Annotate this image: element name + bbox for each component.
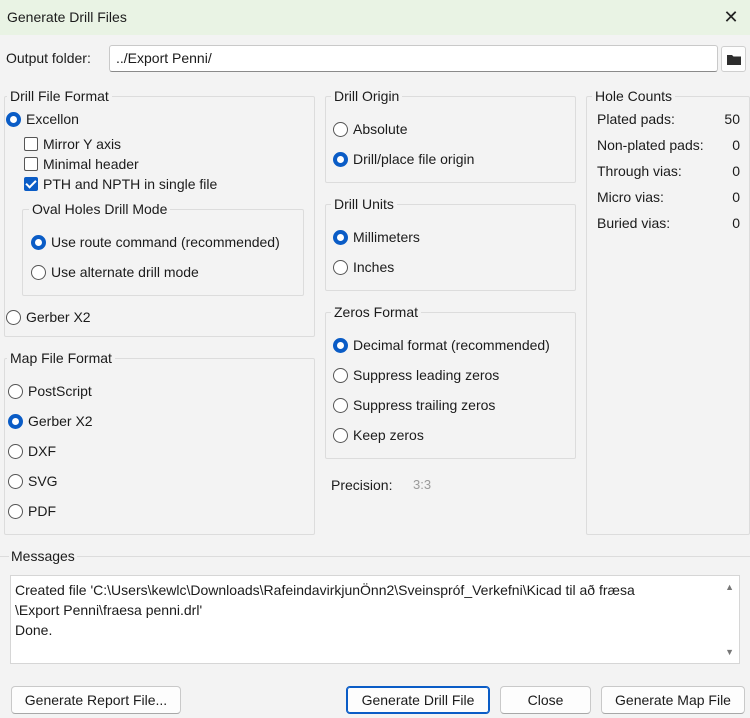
- minimal-header-checkbox[interactable]: [24, 157, 38, 171]
- buried-vias-label: Buried vias:: [597, 215, 671, 231]
- hole-counts-group: [586, 96, 750, 535]
- suppress-trailing-label: Suppress trailing zeros: [353, 397, 496, 413]
- map-file-format-title: Map File Format: [7, 350, 115, 366]
- gerber-x2-drill-radio[interactable]: [6, 310, 21, 325]
- map-pdf-radio[interactable]: [8, 504, 23, 519]
- generate-map-button[interactable]: Generate Map File: [601, 686, 745, 714]
- map-dxf-label: DXF: [28, 443, 56, 459]
- route-command-radio[interactable]: [31, 235, 46, 250]
- buried-vias-value: 0: [732, 215, 740, 231]
- window-title: Generate Drill Files: [7, 9, 127, 25]
- alternate-drill-radio[interactable]: [31, 265, 46, 280]
- micro-vias-label: Micro vias:: [597, 189, 664, 205]
- excellon-label: Excellon: [26, 111, 79, 127]
- mirror-y-label: Mirror Y axis: [43, 136, 122, 152]
- close-button[interactable]: Close: [500, 686, 591, 714]
- plated-pads-label: Plated pads:: [597, 111, 675, 127]
- route-command-label: Use route command (recommended): [51, 234, 280, 250]
- title-bar: Generate Drill Files ✕: [0, 0, 750, 35]
- oval-holes-title: Oval Holes Drill Mode: [29, 201, 171, 217]
- gerber-x2-drill-label: Gerber X2: [26, 309, 91, 325]
- scroll-down-icon[interactable]: ▼: [725, 647, 734, 657]
- scroll-up-icon[interactable]: ▲: [725, 582, 734, 592]
- messages-panel[interactable]: Created file 'C:\Users\kewlc\Downloads\R…: [10, 575, 740, 664]
- non-plated-pads-label: Non-plated pads:: [597, 137, 704, 153]
- map-gerber-label: Gerber X2: [28, 413, 93, 429]
- drill-origin-group: [325, 96, 576, 183]
- alternate-drill-label: Use alternate drill mode: [51, 264, 199, 280]
- minimal-header-label: Minimal header: [43, 156, 139, 172]
- mirror-y-checkbox[interactable]: [24, 137, 38, 151]
- map-gerber-radio[interactable]: [8, 414, 23, 429]
- drill-units-group: [325, 204, 576, 291]
- inches-radio[interactable]: [333, 260, 348, 275]
- keep-zeros-radio[interactable]: [333, 428, 348, 443]
- absolute-origin-radio[interactable]: [333, 122, 348, 137]
- hole-counts-title: Hole Counts: [592, 88, 676, 104]
- output-folder-label: Output folder:: [6, 50, 91, 66]
- oval-holes-group: [22, 209, 304, 296]
- precision-value: 3:3: [413, 477, 432, 492]
- output-folder-input[interactable]: ../Export Penni/: [109, 45, 718, 72]
- message-line: \Export Penni\fraesa penni.drl': [15, 602, 203, 618]
- messages-divider: [0, 556, 750, 557]
- map-svg-radio[interactable]: [8, 474, 23, 489]
- folder-icon: [726, 54, 741, 65]
- drill-units-title: Drill Units: [331, 196, 397, 212]
- absolute-origin-label: Absolute: [353, 121, 408, 137]
- map-svg-label: SVG: [28, 473, 58, 489]
- map-postscript-label: PostScript: [28, 383, 92, 399]
- message-line: Done.: [15, 622, 53, 638]
- millimeters-label: Millimeters: [353, 229, 420, 245]
- pth-npth-checkbox[interactable]: [24, 177, 38, 191]
- file-origin-label: Drill/place file origin: [353, 151, 475, 167]
- suppress-leading-label: Suppress leading zeros: [353, 367, 500, 383]
- through-vias-label: Through vias:: [597, 163, 682, 179]
- message-line: Created file 'C:\Users\kewlc\Downloads\R…: [15, 582, 635, 598]
- drill-file-format-title: Drill File Format: [7, 88, 112, 104]
- through-vias-value: 0: [732, 163, 740, 179]
- map-pdf-label: PDF: [28, 503, 56, 519]
- file-origin-radio[interactable]: [333, 152, 348, 167]
- map-dxf-radio[interactable]: [8, 444, 23, 459]
- browse-folder-button[interactable]: [721, 46, 746, 72]
- keep-zeros-label: Keep zeros: [353, 427, 424, 443]
- generate-drill-button[interactable]: Generate Drill File: [346, 686, 490, 714]
- plated-pads-value: 50: [724, 111, 740, 127]
- decimal-format-radio[interactable]: [333, 338, 348, 353]
- messages-text: Created file 'C:\Users\kewlc\Downloads\R…: [15, 580, 717, 640]
- inches-label: Inches: [353, 259, 395, 275]
- suppress-trailing-radio[interactable]: [333, 398, 348, 413]
- generate-report-button[interactable]: Generate Report File...: [11, 686, 181, 714]
- precision-label: Precision:: [331, 477, 393, 493]
- non-plated-pads-value: 0: [732, 137, 740, 153]
- drill-origin-title: Drill Origin: [331, 88, 403, 104]
- pth-npth-label: PTH and NPTH in single file: [43, 176, 218, 192]
- zeros-format-title: Zeros Format: [331, 304, 422, 320]
- map-postscript-radio[interactable]: [8, 384, 23, 399]
- suppress-leading-radio[interactable]: [333, 368, 348, 383]
- close-icon[interactable]: ✕: [718, 4, 744, 30]
- millimeters-radio[interactable]: [333, 230, 348, 245]
- micro-vias-value: 0: [732, 189, 740, 205]
- messages-title: Messages: [9, 548, 77, 564]
- excellon-radio[interactable]: [6, 112, 21, 127]
- decimal-format-label: Decimal format (recommended): [353, 337, 550, 353]
